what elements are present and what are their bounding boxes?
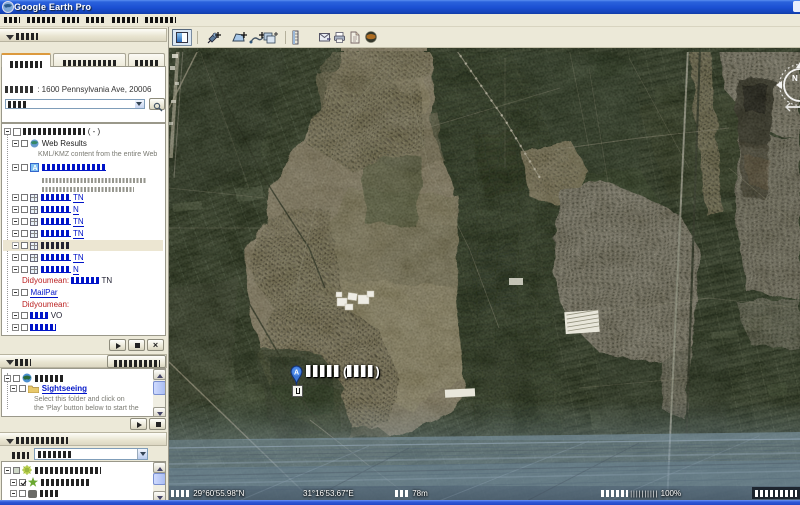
svg-text:N: N (792, 74, 798, 83)
svg-text:A: A (294, 370, 299, 377)
